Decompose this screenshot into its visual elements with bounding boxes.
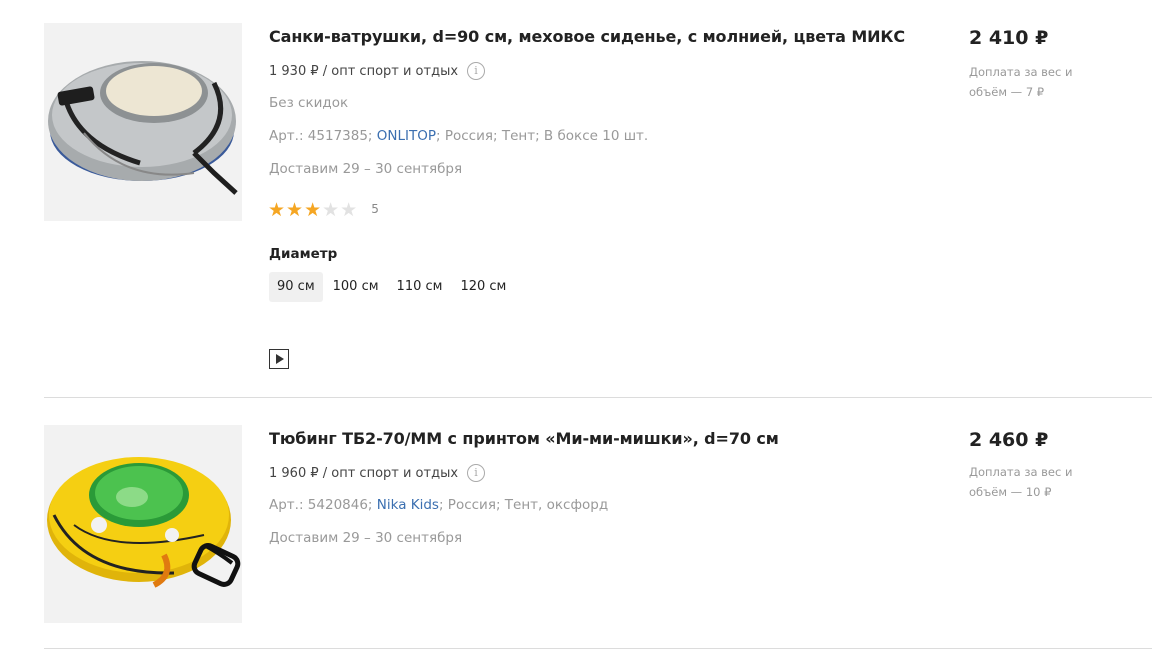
article-prefix: Арт.: 4517385; — [269, 128, 377, 144]
divider — [44, 648, 1152, 649]
video-play-button[interactable] — [269, 349, 289, 369]
product-price: 2 460 ₽ — [969, 429, 1049, 451]
product-image[interactable] — [44, 23, 242, 221]
wholesale-price: 1 930 ₽ / опт спорт и отдых i — [269, 61, 486, 81]
product-price: 2 410 ₽ — [969, 27, 1049, 49]
product-image[interactable] — [44, 425, 242, 623]
price-surcharge-note: Доплата за вес и объём — 7 ₽ — [969, 65, 1073, 99]
brand-link[interactable]: Nika Kids — [377, 497, 439, 513]
wholesale-price: 1 960 ₽ / опт спорт и отдых i — [269, 463, 486, 483]
star-empty-icon: ★★ — [322, 199, 359, 221]
article-info: Арт.: 4517385; ONLITOP; Россия; Тент; В … — [269, 128, 648, 144]
option-100[interactable]: 100 см — [325, 272, 387, 302]
reviews-count[interactable]: 5 — [371, 202, 379, 216]
diameter-options: 90 см 100 см 110 см 120 см — [269, 272, 514, 302]
product-title[interactable]: Тюбинг ТБ2-70/ММ с принтом «Ми-ми-мишки»… — [269, 429, 779, 448]
option-90[interactable]: 90 см — [269, 272, 323, 302]
info-icon[interactable]: i — [467, 62, 486, 80]
price-surcharge-note: Доплата за вес и объём — 10 ₽ — [969, 465, 1073, 499]
option-120[interactable]: 120 см — [452, 272, 514, 302]
article-suffix: ; Россия; Тент; В боксе 10 шт. — [436, 128, 649, 144]
option-label: Диаметр — [269, 246, 338, 262]
option-110[interactable]: 110 см — [389, 272, 451, 302]
product-card: Тюбинг ТБ2-70/ММ с принтом «Ми-ми-мишки»… — [0, 398, 1152, 648]
snow-tube-gray-image — [48, 61, 238, 195]
discount-text: Без скидок — [269, 95, 349, 111]
wholesale-price-text: 1 960 ₽ / опт спорт и отдых — [269, 465, 459, 481]
snow-tube-yellow-image — [47, 457, 241, 588]
product-title[interactable]: Санки-ватрушки, d=90 см, меховое сиденье… — [269, 27, 905, 46]
article-info: Арт.: 5420846; Nika Kids; Россия; Тент, … — [269, 497, 608, 513]
info-icon[interactable]: i — [467, 464, 486, 482]
brand-link[interactable]: ONLITOP — [377, 128, 436, 144]
article-prefix: Арт.: 5420846; — [269, 497, 377, 513]
rating[interactable]: ★★★★★ 5 — [268, 199, 379, 221]
wholesale-price-text: 1 930 ₽ / опт спорт и отдых — [269, 63, 459, 79]
delivery-text: Доставим 29 – 30 сентября — [269, 161, 463, 177]
play-icon — [276, 354, 284, 364]
star-filled-icon: ★★★ — [268, 199, 323, 221]
product-card: Санки-ватрушки, d=90 см, меховое сиденье… — [0, 0, 1152, 397]
delivery-text: Доставим 29 – 30 сентября — [269, 530, 463, 546]
article-suffix: ; Россия; Тент, оксфорд — [438, 497, 609, 513]
